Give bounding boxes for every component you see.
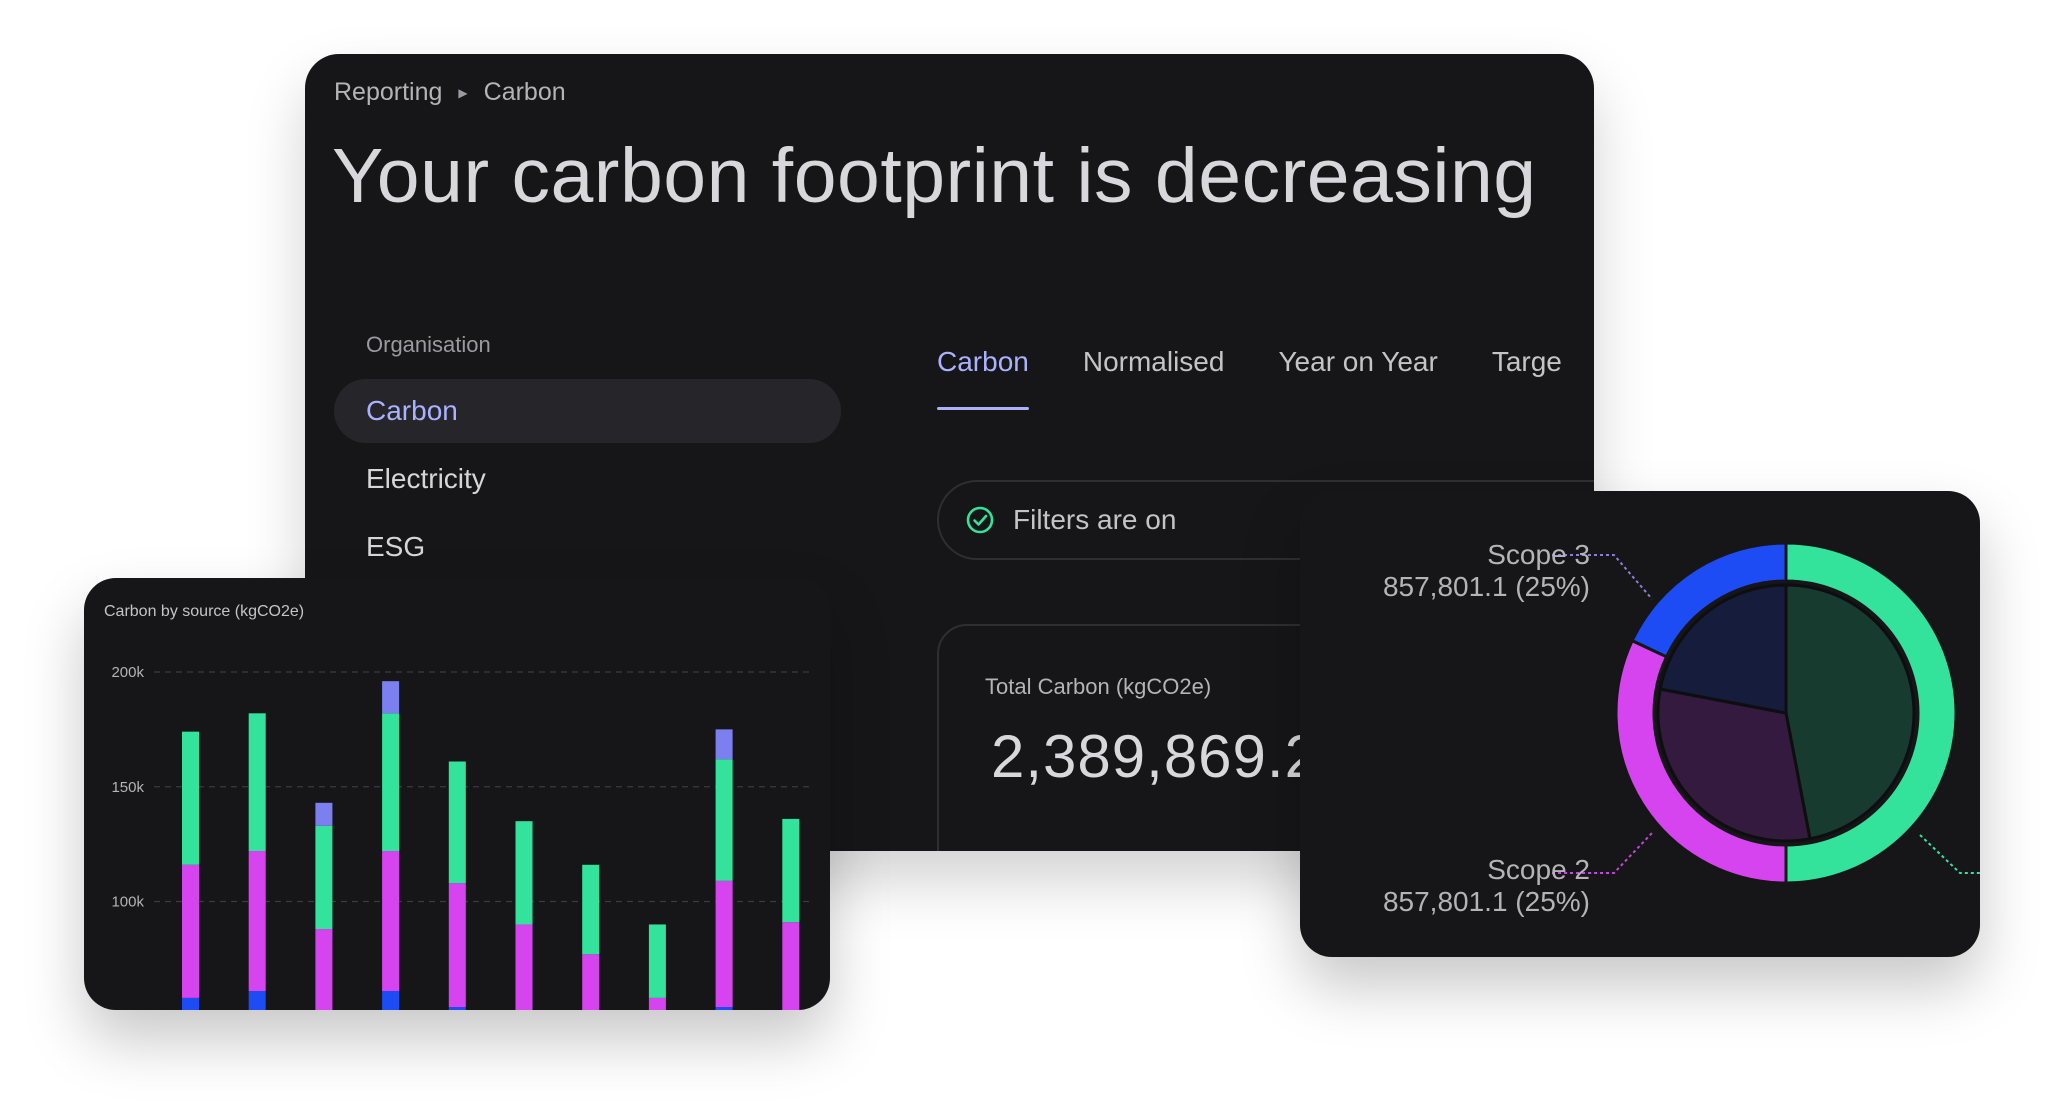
bar-segment[interactable] (382, 851, 400, 992)
scope-3-label: Scope 3 857,801.1 (25%) (1383, 539, 1590, 603)
bar-segment[interactable] (582, 864, 600, 955)
bar-segment[interactable] (448, 883, 466, 1008)
bar-segment[interactable] (182, 997, 199, 1010)
bar-segment[interactable] (382, 991, 400, 1010)
bar-segment[interactable] (715, 759, 733, 881)
bar-segment[interactable] (315, 825, 333, 930)
y-tick-label: 100k (111, 894, 144, 911)
y-tick-label: 150k (111, 779, 144, 796)
bar-segment[interactable] (248, 851, 266, 992)
carbon-by-source-chart: Carbon by source (kgCO2e) 50k 100k 150k 200… (104, 603, 814, 1010)
scope-2-name: Scope 2 (1487, 854, 1590, 885)
bar-segment[interactable] (515, 924, 533, 1010)
bar-segment[interactable] (382, 681, 400, 714)
bar-segment[interactable] (182, 731, 199, 865)
bar-segment[interactable] (782, 818, 800, 923)
tab-bar: Carbon Normalised Year on Year Targe (937, 346, 1562, 410)
total-carbon-value: 2,389,869.2 (991, 723, 1319, 790)
nav-heading: Organisation (366, 332, 491, 357)
nav-item-label: Carbon (366, 395, 458, 426)
bar-segment[interactable] (315, 802, 333, 826)
scope-3-name: Scope 3 (1487, 539, 1590, 570)
nav-item-esg[interactable]: ESG (334, 515, 841, 579)
bar-segment[interactable] (448, 761, 466, 884)
bar-segment[interactable] (448, 1007, 466, 1010)
bar-segment[interactable] (248, 991, 266, 1010)
scope-2-label: Scope 2 857,801.1 (25%) (1383, 854, 1590, 918)
breadcrumb-separator-icon: ▶ (458, 85, 468, 100)
total-carbon-label: Total Carbon (kgCO2e) (985, 674, 1212, 699)
bar-segment[interactable] (715, 1007, 733, 1010)
nav-item-label: Electricity (366, 463, 486, 494)
scope-3-value: 857,801.1 (25%) (1382, 571, 1590, 602)
tab-targets[interactable]: Targe (1492, 346, 1562, 410)
scope-2-value: 857,801.1 (25%) (1382, 886, 1590, 917)
bar-segment[interactable] (248, 713, 266, 852)
bar-segment[interactable] (782, 922, 800, 1010)
bar-segment[interactable] (648, 997, 666, 1010)
breadcrumb: Reporting ▶ Carbon (334, 78, 566, 107)
chart-title: Carbon by source (kgCO2e) (104, 603, 304, 620)
bar-segment[interactable] (648, 924, 666, 998)
bar-segment[interactable] (515, 821, 533, 925)
tab-carbon[interactable]: Carbon (937, 346, 1029, 410)
bar-segment[interactable] (382, 713, 400, 852)
bar-segment[interactable] (715, 880, 733, 1008)
tab-normalised[interactable]: Normalised (1083, 346, 1225, 410)
filters-label: Filters are on (1013, 504, 1177, 535)
nav-item-electricity[interactable]: Electricity (334, 447, 841, 511)
bar-segment[interactable] (715, 729, 733, 760)
nav-item-carbon[interactable]: Carbon (334, 379, 841, 443)
tab-year-on-year[interactable]: Year on Year (1278, 346, 1437, 410)
check-circle-icon (966, 506, 994, 534)
page-title: Your carbon footprint is decreasing (332, 133, 1537, 219)
bar-segment[interactable] (182, 864, 199, 998)
bar-segment[interactable] (315, 929, 333, 1010)
y-tick-label: 50k (120, 1008, 145, 1010)
breadcrumb-carbon: Carbon (483, 78, 566, 106)
nav-item-label: ESG (366, 531, 426, 562)
y-tick-label: 200k (111, 664, 144, 681)
scope-breakdown-card: Scope 3 857,801.1 (25%) Scope 2 857,801.… (1300, 491, 1980, 957)
breadcrumb-reporting[interactable]: Reporting (334, 78, 442, 107)
scope-1-leader-line (1919, 834, 1980, 874)
carbon-by-source-card: Carbon by source (kgCO2e) 50k 100k 150k 200… (84, 578, 830, 1010)
bar-segment[interactable] (582, 954, 600, 1010)
